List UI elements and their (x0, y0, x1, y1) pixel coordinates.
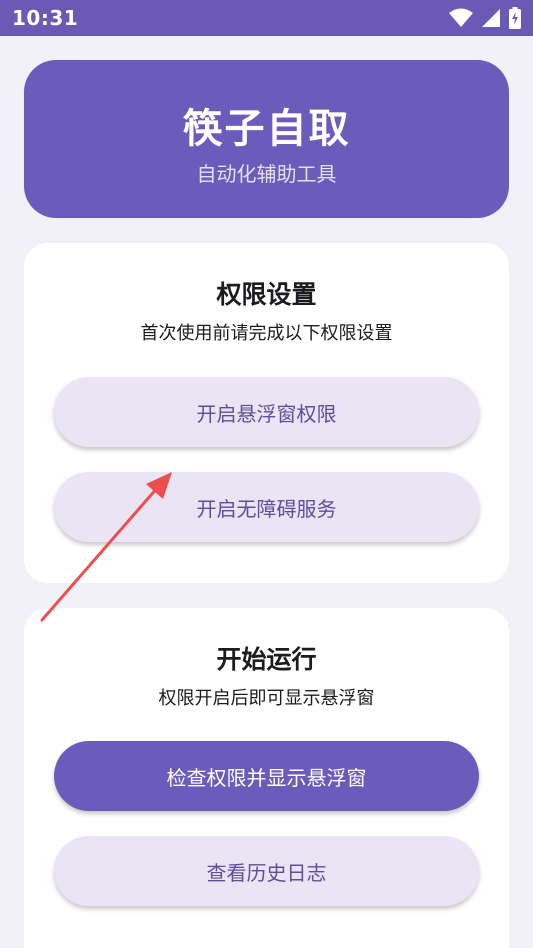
app-subtitle: 自动化辅助工具 (196, 162, 337, 186)
permission-card-title: 权限设置 (216, 280, 317, 309)
run-card-title: 开始运行 (216, 645, 317, 674)
enable-accessibility-service-button[interactable]: 开启无障碍服务 (54, 472, 479, 542)
view-history-log-button[interactable]: 查看历史日志 (54, 836, 479, 906)
wifi-icon (449, 8, 473, 28)
battery-charging-icon (509, 7, 521, 29)
status-time: 10:31 (12, 6, 79, 30)
enable-overlay-permission-button[interactable]: 开启悬浮窗权限 (54, 377, 479, 447)
run-card-description: 权限开启后即可显示悬浮窗 (158, 688, 375, 709)
header-card: 筷子自取 自动化辅助工具 (24, 60, 509, 218)
status-bar: 10:31 (0, 0, 533, 36)
status-icons (449, 7, 521, 29)
permission-settings-card: 权限设置 首次使用前请完成以下权限设置 开启悬浮窗权限 开启无障碍服务 (24, 243, 509, 583)
app-screen: 10:31 筷子自取 自动化辅助工具 权限设置 首次使用前请完成以下权限设置 开… (0, 0, 533, 948)
signal-icon (481, 8, 501, 28)
permission-card-description: 首次使用前请完成以下权限设置 (140, 323, 393, 344)
app-title: 筷子自取 (182, 106, 351, 152)
check-permission-show-overlay-button[interactable]: 检查权限并显示悬浮窗 (54, 741, 479, 811)
start-run-card: 开始运行 权限开启后即可显示悬浮窗 检查权限并显示悬浮窗 查看历史日志 (24, 608, 509, 948)
